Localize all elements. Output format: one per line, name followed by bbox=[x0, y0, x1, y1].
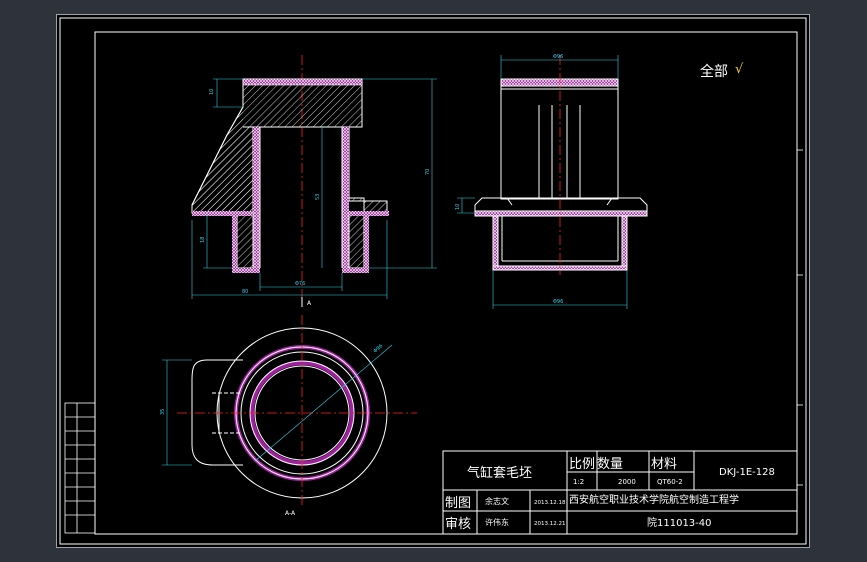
row-name-draw: 余志文 bbox=[485, 496, 509, 506]
school-line1: 西安航空职业技术学院航空制造工程学 bbox=[569, 493, 739, 506]
dim-right-bottom: Φ96 bbox=[553, 299, 563, 305]
dim-right-flange: 10 bbox=[455, 204, 461, 210]
plan-centerlines bbox=[177, 315, 417, 505]
value-scale: 1:2 bbox=[573, 478, 584, 486]
dim-right-top: Φ96 bbox=[553, 54, 563, 60]
row-role-draw: 制图 bbox=[445, 496, 471, 511]
header-quantity: 数量 bbox=[597, 457, 623, 472]
front-section-view bbox=[191, 55, 389, 305]
dim-h-left-top: 10 bbox=[209, 89, 215, 95]
value-quantity: 2000 bbox=[618, 478, 636, 486]
row-role-check: 审核 bbox=[445, 517, 471, 532]
part-name: 气缸套毛坯 bbox=[467, 465, 532, 481]
row-date-check: 2013.12.21 bbox=[534, 521, 566, 527]
drawing-sheet: 10 70 53 18 80 Φ76 A Φ96 10 Φ96 Φ96 35 A… bbox=[59, 17, 807, 545]
row-date-draw: 2013.12.18 bbox=[534, 500, 566, 506]
surface-finish-note: 全部 bbox=[700, 63, 728, 80]
cad-viewport[interactable]: 10 70 53 18 80 Φ76 A Φ96 10 Φ96 Φ96 35 A… bbox=[56, 14, 810, 548]
section-label-a: A bbox=[307, 300, 312, 307]
row-name-check: 许伟东 bbox=[485, 517, 509, 527]
header-scale: 比例 bbox=[569, 457, 595, 472]
left-margin-table bbox=[64, 402, 96, 534]
value-material: QT60-2 bbox=[657, 478, 683, 486]
dim-h-lower: 18 bbox=[200, 237, 206, 243]
side-dimensions bbox=[457, 55, 628, 309]
right-margin-ticks bbox=[797, 149, 803, 486]
section-label-aa: A-A bbox=[285, 510, 296, 517]
dim-plan-left: 35 bbox=[160, 409, 166, 415]
header-material: 材料 bbox=[651, 457, 677, 472]
inner-border bbox=[94, 31, 798, 535]
dim-h-inner: 53 bbox=[315, 194, 321, 200]
check-mark-icon: √ bbox=[735, 62, 744, 77]
drawing-number: DKJ-1E-128 bbox=[719, 467, 775, 478]
dim-bore: Φ76 bbox=[295, 281, 305, 287]
school-line2: 院111013-40 bbox=[647, 516, 712, 529]
dim-w-bottom: 80 bbox=[242, 289, 248, 295]
side-view bbox=[474, 78, 648, 271]
dim-h-total: 70 bbox=[425, 169, 431, 175]
